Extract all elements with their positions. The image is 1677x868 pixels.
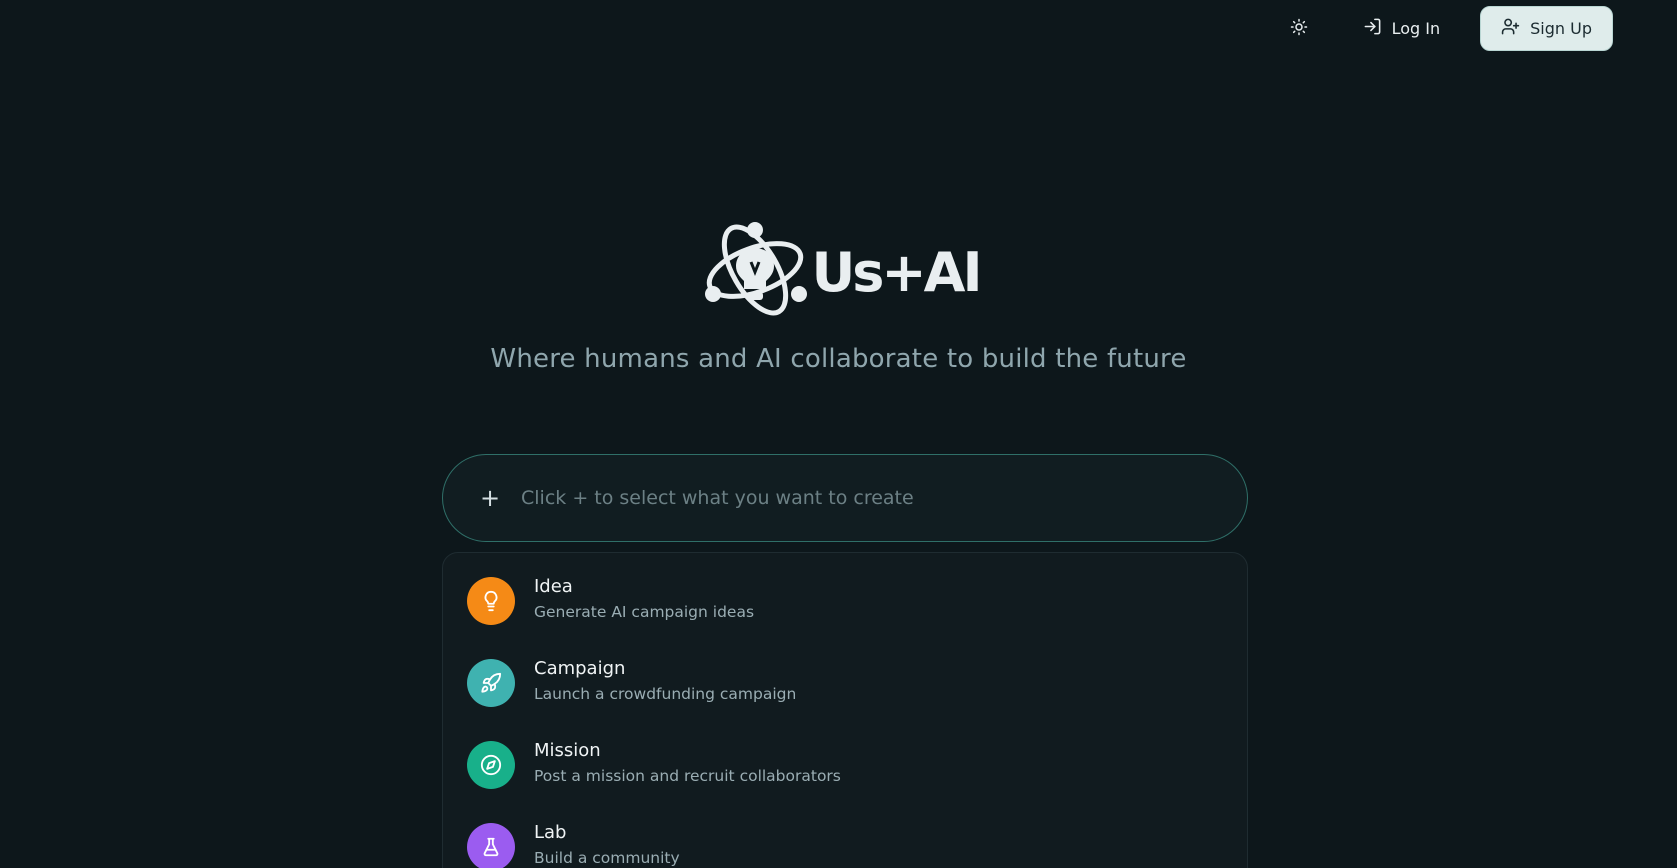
login-label: Log In xyxy=(1391,19,1441,38)
signup-label: Sign Up xyxy=(1530,19,1592,38)
logo-text: Us+AI xyxy=(811,240,982,304)
menu-item-subtitle: Launch a crowdfunding campaign xyxy=(534,685,797,703)
compass-icon xyxy=(467,741,515,789)
flask-icon xyxy=(467,823,515,868)
create-prompt-bar: + xyxy=(442,454,1248,542)
sun-icon xyxy=(1290,18,1308,40)
menu-item-subtitle: Build a community xyxy=(534,849,680,867)
create-prompt-input[interactable] xyxy=(521,487,1247,509)
login-button[interactable]: Log In xyxy=(1345,7,1459,51)
add-button[interactable]: + xyxy=(475,483,505,513)
user-plus-icon xyxy=(1501,17,1520,40)
menu-item-title: Lab xyxy=(534,822,567,843)
top-nav: Log In Sign Up xyxy=(1277,6,1613,51)
login-icon xyxy=(1363,17,1382,40)
tagline: Where humans and AI collaborate to build… xyxy=(490,344,1187,374)
lightbulb-icon xyxy=(467,577,515,625)
menu-item-idea[interactable]: Idea Generate AI campaign ideas xyxy=(443,575,1247,657)
theme-toggle-button[interactable] xyxy=(1277,7,1321,51)
menu-item-title: Mission xyxy=(534,740,601,761)
menu-item-campaign[interactable]: Campaign Launch a crowdfunding campaign xyxy=(443,657,1247,739)
menu-item-lab[interactable]: Lab Build a community xyxy=(443,821,1247,868)
hero: Us+AI Where humans and AI collaborate to… xyxy=(0,222,1677,374)
menu-item-mission[interactable]: Mission Post a mission and recruit colla… xyxy=(443,739,1247,821)
menu-item-title: Campaign xyxy=(534,658,626,679)
menu-item-subtitle: Generate AI campaign ideas xyxy=(534,603,755,621)
menu-item-subtitle: Post a mission and recruit collaborators xyxy=(534,767,841,785)
logo[interactable]: Us+AI xyxy=(703,222,983,322)
rocket-icon xyxy=(467,659,515,707)
menu-item-title: Idea xyxy=(534,576,573,597)
signup-button[interactable]: Sign Up xyxy=(1480,6,1613,51)
atom-bulb-logo-icon xyxy=(703,222,808,322)
create-type-menu: Idea Generate AI campaign ideas Campaign… xyxy=(442,552,1248,868)
